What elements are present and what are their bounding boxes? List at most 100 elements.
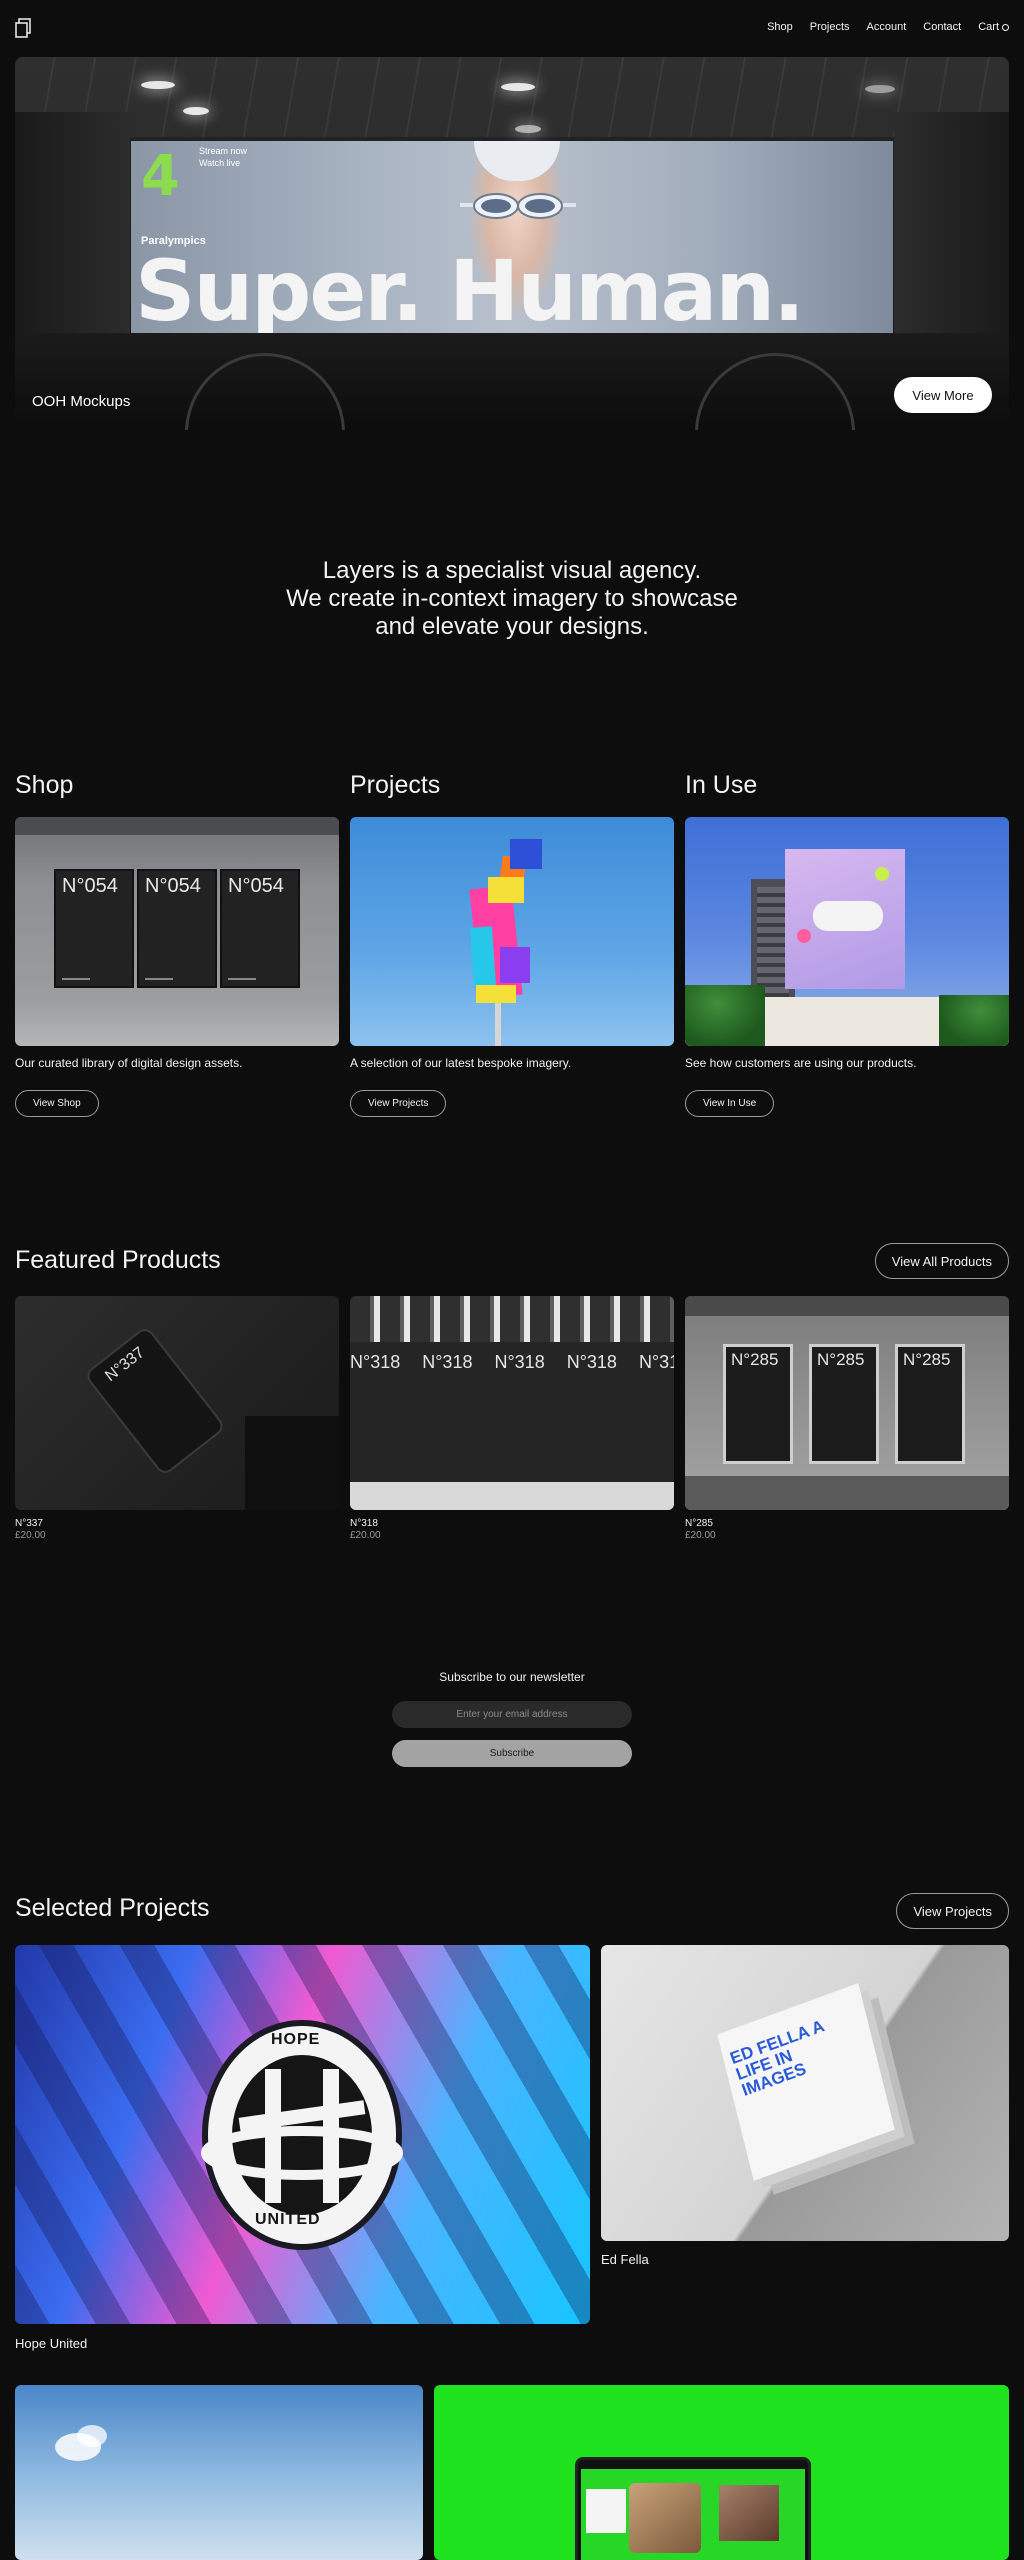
ceiling-light [183, 107, 209, 115]
badge-text-bottom: UNITED [255, 2211, 321, 2228]
intro-line-1: Layers is a specialist visual agency. [322, 557, 702, 584]
view-projects-button[interactable]: View Projects [350, 1090, 447, 1117]
cart-count-icon [1002, 23, 1009, 31]
nav-account[interactable]: Account [867, 21, 907, 33]
sign-block [500, 947, 530, 983]
pavement [350, 1482, 674, 1510]
palm-tree [939, 995, 1009, 1046]
poster-label: N°054 [228, 875, 284, 897]
palm-tree [685, 985, 765, 1046]
hero-caption: OOH Mockups [32, 393, 131, 410]
category-title: Shop [15, 771, 74, 799]
billboard-decoration [875, 867, 889, 881]
view-projects-button-secondary[interactable]: View Projects [896, 1893, 1009, 1929]
category-description: Our curated library of digital design as… [15, 1056, 243, 1070]
billboard-headline: Super. Human. [135, 242, 805, 333]
photo-tile [629, 2483, 701, 2553]
wall-top [15, 817, 339, 835]
ceiling-light [515, 125, 541, 133]
poster: N°054 [220, 869, 300, 988]
main-nav: Shop Projects Account Contact Cart [767, 21, 1009, 33]
newsletter-title: Subscribe to our newsletter [439, 1670, 585, 1684]
poster-row: N°318 N°318 N°318 N°318 N°318 [350, 1352, 674, 1373]
poster-label: N°054 [145, 875, 201, 897]
shadow-block [245, 1416, 339, 1510]
sky-project-image[interactable] [15, 2385, 423, 2560]
billboard-stream-text: Stream now Watch live [199, 145, 247, 169]
ceiling-light [501, 83, 535, 91]
sign-block [510, 839, 542, 869]
poster-label: N°318 [638, 1352, 674, 1372]
photo-tile [719, 2485, 779, 2541]
poster-footer [62, 978, 90, 980]
product-price: £20.00 [15, 1530, 46, 1541]
nav-cart[interactable]: Cart [978, 21, 1009, 33]
sneaker-graphic [813, 901, 883, 931]
category-shop: Shop N°054 N°054 N°054 Our curated libra… [15, 770, 339, 1117]
in-use-billboard-image[interactable] [685, 817, 1009, 1046]
view-more-button[interactable]: View More [894, 377, 992, 413]
project-caption: Ed Fella [601, 2252, 649, 2267]
hero-banner[interactable]: 4 Stream now Watch live Paralympics Supe… [15, 57, 1009, 430]
subscribe-button[interactable]: Subscribe [392, 1740, 632, 1767]
green-project-image[interactable] [434, 2385, 1009, 2560]
view-shop-button[interactable]: View Shop [15, 1090, 99, 1117]
sign-block [469, 926, 497, 988]
product-image[interactable]: N°337 [15, 1296, 339, 1510]
product-card[interactable]: N°318 N°318 N°318 N°318 N°318 N°318 £20.… [350, 1296, 674, 1541]
billboard-mockup: 4 Stream now Watch live Paralympics Supe… [131, 141, 893, 333]
site-header: Shop Projects Account Contact Cart [0, 0, 1024, 56]
hope-united-project-image[interactable]: HOPE UNITED [15, 1945, 590, 2324]
category-description: See how customers are using our products… [685, 1056, 917, 1070]
poster-footer [228, 978, 256, 980]
nav-shop[interactable]: Shop [767, 21, 793, 33]
poster-label: N°285 [817, 1350, 865, 1369]
poster-label: N°285 [731, 1350, 779, 1369]
view-all-products-button[interactable]: View All Products [874, 1243, 1009, 1279]
product-card[interactable]: N°285 N°285 N°285 N°285 £20.00 [685, 1296, 1009, 1541]
poster-label: N°318 [566, 1352, 617, 1372]
sign-block [476, 985, 516, 1003]
category-in-use: In Use See how customers are using our p… [685, 770, 1009, 1117]
goggles-graphic [460, 193, 576, 219]
product-image[interactable]: N°318 N°318 N°318 N°318 N°318 [350, 1296, 674, 1510]
stream-line-1: Stream now [199, 146, 248, 156]
billboard-decoration [797, 929, 811, 943]
projects-signage-image[interactable] [350, 817, 674, 1046]
poster-footer [145, 978, 173, 980]
floor [685, 1476, 1009, 1510]
project-caption: Hope United [15, 2336, 88, 2351]
shop-poster-mockup-image[interactable]: N°054 N°054 N°054 [15, 817, 339, 1046]
view-in-use-button[interactable]: View In Use [685, 1090, 775, 1117]
agency-intro: Layers is a specialist visual agency. We… [0, 557, 1024, 641]
product-name: N°318 [350, 1518, 378, 1529]
category-title: Projects [350, 771, 441, 799]
photo-tile [586, 2489, 626, 2533]
stream-line-2: Watch live [199, 158, 241, 168]
intro-line-3: and elevate your designs. [375, 613, 649, 640]
poster-label: N°318 [422, 1352, 473, 1372]
hero-floor [15, 333, 1009, 430]
category-title: In Use [685, 771, 758, 799]
product-price: £20.00 [685, 1530, 716, 1541]
product-card[interactable]: N°337 N°337 £20.00 [15, 1296, 339, 1541]
poster-label: N°318 [494, 1352, 545, 1372]
product-image[interactable]: N°285 N°285 N°285 [685, 1296, 1009, 1510]
selected-projects-title: Selected Projects [15, 1894, 210, 1922]
building-top [350, 1296, 674, 1342]
category-description: A selection of our latest bespoke imager… [350, 1056, 572, 1070]
nav-projects[interactable]: Projects [810, 21, 850, 33]
intro-line-2: We create in-context imagery to showcase [286, 585, 738, 612]
newsletter-email-input[interactable] [392, 1701, 632, 1728]
ceiling-light [141, 81, 175, 89]
layers-logo-icon[interactable] [15, 18, 31, 38]
phone-mockup [83, 1325, 227, 1477]
badge-text-top: HOPE [271, 2031, 321, 2048]
poster: N°054 [137, 869, 217, 988]
nav-contact[interactable]: Contact [923, 21, 961, 33]
category-projects: Projects A selection of our latest bespo… [350, 770, 674, 1117]
poster: N°054 [54, 869, 134, 988]
sign-block [488, 877, 524, 903]
featured-products-title: Featured Products [15, 1246, 221, 1274]
ed-fella-project-image[interactable]: ED FELLA A LIFE IN IMAGES [601, 1945, 1009, 2241]
